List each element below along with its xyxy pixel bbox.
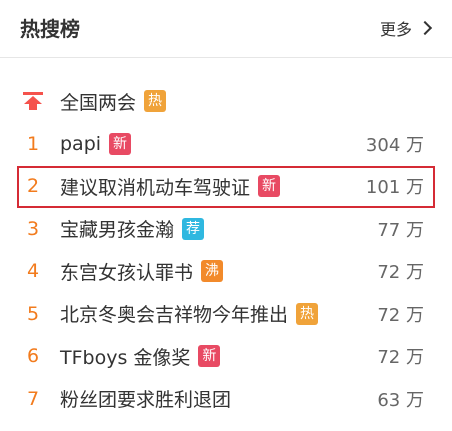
header: 热搜榜 更多 [0, 0, 452, 58]
item-count: 304 万 [365, 134, 424, 156]
badge-new: 新 [258, 175, 281, 198]
list-item[interactable]: 4 东宫女孩认罪书沸 72 万 [0, 250, 452, 293]
rank-number: 1 [27, 132, 40, 155]
item-count: 77 万 [377, 219, 424, 241]
more-button[interactable]: 更多 [379, 16, 433, 40]
badge-new: 新 [198, 345, 221, 368]
item-count: 101 万 [365, 177, 424, 199]
list-item[interactable]: 3 宝藏男孩金瀚荐 77 万 [0, 208, 452, 251]
item-title-link[interactable]: 建议取消机动车驾驶证新 [60, 173, 281, 200]
more-label: 更多 [379, 20, 412, 39]
item-title-link[interactable]: 宝藏男孩金瀚荐 [60, 215, 205, 242]
item-title-link[interactable]: 全国两会热 [60, 88, 167, 115]
item-title-link[interactable]: 东宫女孩认罪书沸 [60, 258, 224, 285]
item-title: 北京冬奥会吉祥物今年推出 [60, 304, 289, 327]
item-title-link[interactable]: papi 新 [60, 132, 132, 155]
rank-number: 5 [27, 302, 40, 325]
item-title-link[interactable]: TFboys 金像奖新 [60, 343, 221, 370]
item-title: 宝藏男孩金瀚 [60, 219, 175, 242]
list-item[interactable]: 全国两会热 [0, 80, 452, 123]
badge-hot: 热 [296, 302, 319, 325]
item-count: 63 万 [377, 389, 424, 411]
rank-number: 4 [27, 260, 40, 283]
list-item[interactable]: 5 北京冬奥会吉祥物今年推出热 72 万 [0, 293, 452, 336]
item-count: 72 万 [377, 262, 424, 284]
rank-number: 2 [27, 175, 40, 198]
badge-rec: 荐 [182, 217, 205, 240]
badge-boil: 沸 [201, 260, 224, 283]
item-title-link[interactable]: 粉丝团要求胜利退团 [60, 385, 231, 412]
pin-top-icon [23, 92, 43, 110]
hot-search-list: 全国两会热 1 papi 新 304 万 2 建议取消机动车驾驶证新 101 万 3 宝藏男孩金瀚… [0, 80, 452, 420]
item-title: 全国两会 [60, 91, 137, 114]
list-item[interactable]: 7 粉丝团要求胜利退团 63 万 [0, 378, 452, 421]
item-title: 东宫女孩认罪书 [60, 261, 194, 284]
rank-number: 6 [27, 345, 40, 368]
item-title: TFboys 金像奖 [60, 346, 191, 369]
list-item[interactable]: 6 TFboys 金像奖新 72 万 [0, 335, 452, 378]
list-item[interactable]: 1 papi 新 304 万 [0, 123, 452, 166]
item-title: papi [60, 132, 102, 155]
badge-hot: 热 [144, 90, 167, 113]
item-title: 建议取消机动车驾驶证 [60, 176, 251, 199]
rank-number: 7 [27, 387, 40, 410]
rank-number: 3 [27, 217, 40, 240]
list-item[interactable]: 2 建议取消机动车驾驶证新 101 万 [0, 165, 452, 208]
chevron-right-icon [417, 20, 433, 36]
item-title: 粉丝团要求胜利退团 [60, 389, 232, 412]
badge-new: 新 [109, 132, 132, 155]
page-title: 热搜榜 [20, 17, 80, 41]
item-count: 72 万 [377, 347, 424, 369]
item-count: 72 万 [377, 304, 424, 326]
item-title-link[interactable]: 北京冬奥会吉祥物今年推出热 [60, 300, 319, 327]
